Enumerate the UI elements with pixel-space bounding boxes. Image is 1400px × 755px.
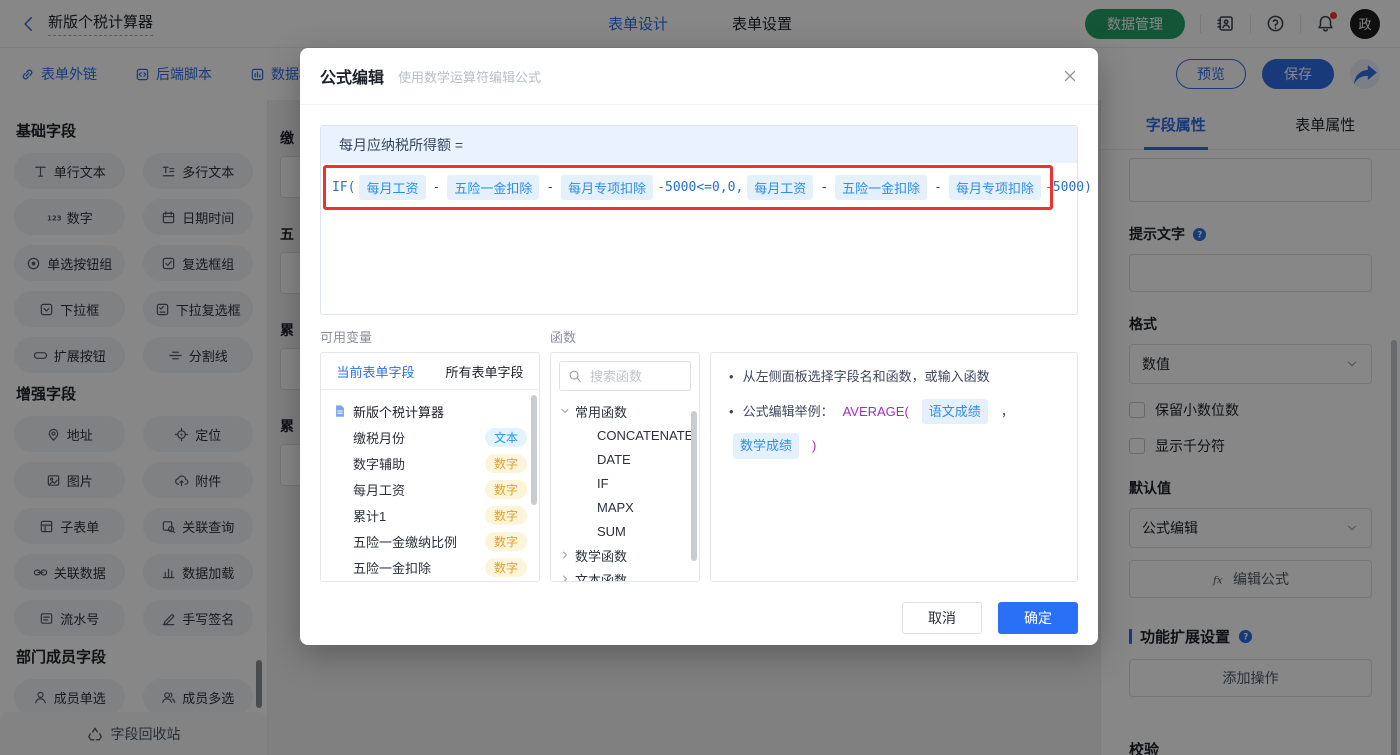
formula-editor-modal: 公式编辑 使用数学运算符编辑公式 每月应纳税所得额 = IF(每月工资 - 五险一金… (300, 48, 1098, 645)
cancel-button[interactable]: 取消 (902, 602, 982, 634)
variable-name: 缴税月份 (353, 430, 406, 446)
formula-token[interactable]: - (820, 180, 828, 195)
function-search-input[interactable] (588, 367, 682, 385)
variable-name: 五险一金扣除 (353, 560, 432, 576)
variable-type-badge: 文本 (484, 427, 527, 447)
function-row-label: 数学函数 (575, 548, 628, 564)
variable-type-badge: 数字 (484, 479, 527, 499)
variable-name: 累计1 (353, 508, 387, 524)
formula-editor[interactable]: 每月应纳税所得额 = IF(每月工资 - 五险一金扣除 - 每月专项扣除 -5000<=0… (320, 125, 1092, 315)
functions-panel: 常用函数 CONCATENATE DATE IF (550, 352, 700, 582)
function-search[interactable] (559, 361, 691, 391)
chevron-right-icon (559, 549, 571, 561)
variable-name: 每月工资 (353, 482, 406, 498)
formula-token[interactable]: - (546, 180, 554, 195)
chevron-right-icon (559, 405, 571, 417)
function-row[interactable]: DATE (551, 447, 699, 471)
formula-highlight[interactable]: IF(每月工资 - 五险一金扣除 - 每月专项扣除 -5000<=0,0, 每月工资 - 五险一… (323, 165, 1092, 210)
modal-footer: 取消 确定 (320, 602, 1078, 634)
modal-subtitle: 使用数学运算符编辑公式 (398, 69, 542, 85)
function-row-label: IF (597, 475, 609, 491)
variables-panel: 当前表单字段 所有表单字段 新版个税计算器 缴税月份 文本 数字辅助 数字 每月… (320, 352, 540, 582)
variable-row[interactable]: 数字辅助 数字 (333, 450, 531, 476)
variables-tabs: 当前表单字段 所有表单字段 (321, 353, 539, 390)
function-row-label: CONCATENATE (597, 427, 694, 443)
function-row[interactable]: CONCATENATE (551, 423, 699, 447)
close-icon[interactable] (1062, 68, 1078, 84)
document-icon (333, 404, 347, 418)
formula-result-label: 每月应纳税所得额 = (321, 126, 1077, 163)
variables-tab[interactable]: 当前表单字段 (321, 353, 430, 389)
function-row-label: 常用函数 (575, 404, 628, 420)
functions-scrollbar[interactable] (691, 411, 697, 561)
tip-example: 公式编辑举例： AVERAGE( 语文成绩 ， 数学成绩) (729, 398, 1059, 459)
formula-token[interactable]: 五险一金扣除 (447, 175, 540, 200)
variables-scrollbar[interactable] (531, 395, 537, 505)
variable-row[interactable]: 五险一金缴纳比例 数字 (333, 528, 531, 554)
tip-line: 从左侧面板选择字段名和函数，或输入函数 (729, 367, 1059, 387)
formula-token[interactable]: IF( (332, 180, 355, 195)
variable-type-badge: 数字 (484, 505, 527, 525)
example-token: 语文成绩 (921, 398, 988, 424)
formula-token[interactable]: - (433, 180, 441, 195)
example-token: 公式编辑举例： (742, 403, 834, 419)
formula-token[interactable]: 每月工资 (747, 175, 814, 200)
example-token: ) (812, 438, 817, 453)
formula-token[interactable]: -5000<=0,0, (657, 180, 743, 195)
variable-row[interactable]: 每月工资 数字 (333, 476, 531, 502)
formula-token[interactable]: - (934, 180, 942, 195)
variables-root[interactable]: 新版个税计算器 (333, 398, 531, 424)
function-row-label: DATE (597, 451, 631, 467)
modal-header: 公式编辑 使用数学运算符编辑公式 (300, 48, 1098, 105)
variable-row[interactable]: 缴税月份 文本 (333, 424, 531, 450)
tips-panel: 从左侧面板选择字段名和函数，或输入函数 公式编辑举例： AVERAGE( 语文成绩 ，… (710, 352, 1078, 582)
variables-tab[interactable]: 所有表单字段 (430, 353, 539, 389)
example-token: ， (1000, 403, 1014, 419)
variable-name: 五险一金缴纳比例 (353, 534, 458, 550)
functions-label: 函数 (550, 330, 577, 345)
function-row-label: SUM (597, 523, 626, 539)
confirm-button[interactable]: 确定 (998, 602, 1078, 634)
function-row-label: MAPX (597, 499, 634, 515)
formula-token[interactable]: 每月工资 (359, 175, 426, 200)
function-row[interactable]: 数学函数 (551, 543, 699, 567)
function-row[interactable]: 常用函数 (551, 399, 699, 423)
formula-token[interactable]: -5000) (1045, 180, 1092, 195)
variable-name: 数字辅助 (353, 456, 406, 472)
function-row[interactable]: SUM (551, 519, 699, 543)
function-row[interactable]: MAPX (551, 495, 699, 519)
variable-type-badge: 数字 (484, 453, 527, 473)
variable-type-badge: 数字 (484, 531, 527, 551)
variables-label: 可用变量 (320, 330, 373, 345)
function-row-label: 文本函数 (575, 572, 628, 582)
example-token: AVERAGE( (842, 403, 909, 419)
function-row[interactable]: 文本函数 (551, 567, 699, 582)
formula-token[interactable]: 五险一金扣除 (835, 175, 928, 200)
section-labels: 可用变量 函数 (320, 327, 1078, 346)
function-row[interactable]: IF (551, 471, 699, 495)
search-icon (568, 369, 582, 383)
chevron-right-icon (559, 573, 571, 581)
modal-title: 公式编辑 (320, 70, 385, 87)
variable-row[interactable]: 累计1 数字 (333, 502, 531, 528)
variable-type-badge: 数字 (484, 557, 527, 577)
example-token: 数学成绩 (733, 433, 800, 459)
formula-token[interactable]: 每月专项扣除 (948, 175, 1041, 200)
formula-token[interactable]: 每月专项扣除 (561, 175, 654, 200)
variable-row[interactable]: 数字 (333, 580, 531, 581)
variable-row[interactable]: 五险一金扣除 数字 (333, 554, 531, 580)
variables-tree: 新版个税计算器 缴税月份 文本 数字辅助 数字 每月工资 数字 累计1 数字 五… (321, 390, 539, 581)
